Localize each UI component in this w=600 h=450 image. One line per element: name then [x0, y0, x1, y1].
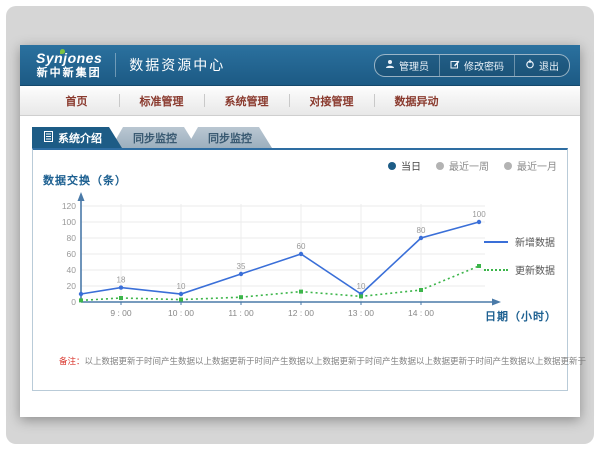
- tab-label: 系统介绍: [58, 130, 102, 146]
- x-axis-title: 日期（小时）: [485, 308, 557, 324]
- nav-item-data-change[interactable]: 数据异动: [374, 86, 459, 115]
- edit-icon: [450, 59, 460, 72]
- admin-user-label: 管理员: [399, 58, 429, 73]
- svg-text:100: 100: [62, 217, 76, 227]
- svg-text:18: 18: [117, 276, 126, 285]
- nav-item-system-mgmt[interactable]: 系统管理: [204, 86, 289, 115]
- filter-label: 最近一月: [517, 158, 557, 173]
- power-icon: [525, 59, 535, 72]
- tab-label: 同步监控: [133, 130, 177, 146]
- svg-text:10: 10: [177, 282, 186, 291]
- header-divider: [115, 53, 116, 77]
- svg-text:80: 80: [67, 233, 77, 243]
- filter-option-last-week[interactable]: 最近一周: [436, 158, 489, 173]
- radio-dot-icon: [504, 162, 512, 170]
- footnote-text: 以上数据更新于时间产生数据以上数据更新于时间产生数据以上数据更新于时间产生数据以…: [85, 356, 587, 366]
- footnote: 备注：以上数据更新于时间产生数据以上数据更新于时间产生数据以上数据更新于时间产生…: [59, 355, 586, 367]
- document-icon: [44, 131, 53, 145]
- user-actions-group: 管理员 修改密码 退出: [374, 54, 570, 77]
- svg-text:10: 10: [357, 282, 366, 291]
- filter-label: 当日: [401, 158, 421, 173]
- y-axis-title: 数据交换（条）: [43, 172, 127, 188]
- brand-logo-subtext: 新中新集团: [36, 67, 102, 79]
- page-title: 数据资源中心: [129, 55, 225, 75]
- main-nav: 首页 标准管理 系统管理 对接管理 数据异动: [20, 86, 580, 116]
- nav-item-home[interactable]: 首页: [34, 86, 119, 115]
- svg-text:60: 60: [297, 242, 306, 251]
- legend-item-updated-data: 更新数据: [484, 262, 555, 277]
- change-password-label: 修改密码: [464, 58, 504, 73]
- tab-label: 同步监控: [208, 130, 252, 146]
- filter-label: 最近一周: [449, 158, 489, 173]
- legend-label: 更新数据: [515, 262, 555, 277]
- svg-text:20: 20: [67, 281, 77, 291]
- svg-text:13 : 00: 13 : 00: [348, 308, 374, 318]
- legend-label: 新增数据: [515, 234, 555, 249]
- svg-text:100: 100: [472, 210, 486, 219]
- radio-dot-icon: [436, 162, 444, 170]
- line-chart-svg: 0 20 40 60 80 100 120 9 : 00 10 : 00 11 : 00 12 : …: [47, 190, 513, 340]
- change-password-button[interactable]: 修改密码: [439, 55, 514, 76]
- dotted-line-icon: [484, 269, 508, 271]
- content-area: 系统介绍 同步监控 同步监控 当日 最近一周: [20, 127, 580, 391]
- nav-item-standard-mgmt[interactable]: 标准管理: [119, 86, 204, 115]
- svg-text:9 : 00: 9 : 00: [110, 308, 132, 318]
- svg-text:40: 40: [67, 265, 77, 275]
- tab-system-intro[interactable]: 系统介绍: [32, 127, 122, 148]
- brand-logo-text: Synjones: [36, 51, 102, 66]
- logout-button[interactable]: 退出: [514, 55, 569, 76]
- footnote-prefix: 备注：: [59, 356, 85, 366]
- svg-text:11 : 00: 11 : 00: [228, 308, 254, 318]
- svg-text:60: 60: [67, 249, 77, 259]
- svg-text:10 : 00: 10 : 00: [168, 308, 194, 318]
- user-icon: [385, 59, 395, 72]
- brand-logo: Synjones 新中新集团: [36, 51, 102, 78]
- legend-item-new-data: 新增数据: [484, 234, 555, 249]
- nav-item-integration-mgmt[interactable]: 对接管理: [289, 86, 374, 115]
- app-header: Synjones 新中新集团 数据资源中心 管理员 修改密码: [20, 45, 580, 86]
- filter-option-today[interactable]: 当日: [388, 158, 421, 173]
- tab-sync-monitor-1[interactable]: 同步监控: [111, 127, 197, 148]
- svg-text:120: 120: [62, 201, 76, 211]
- svg-text:35: 35: [237, 262, 246, 271]
- chart-panel: 当日 最近一周 最近一月 数据交换（条） 0 20 40 60 80 100 120 9 : …: [32, 148, 568, 391]
- svg-text:12 : 00: 12 : 00: [288, 308, 314, 318]
- app-window: Synjones 新中新集团 数据资源中心 管理员 修改密码: [20, 45, 580, 417]
- logout-label: 退出: [539, 58, 559, 73]
- tab-sync-monitor-2[interactable]: 同步监控: [186, 127, 272, 148]
- solid-line-icon: [484, 241, 508, 243]
- svg-text:80: 80: [417, 226, 426, 235]
- desktop-background: Synjones 新中新集团 数据资源中心 管理员 修改密码: [6, 6, 594, 444]
- time-range-filters: 当日 最近一周 最近一月: [388, 158, 557, 173]
- chart-legend: 新增数据 更新数据: [484, 234, 555, 277]
- admin-user-button[interactable]: 管理员: [375, 55, 439, 76]
- filter-option-last-month[interactable]: 最近一月: [504, 158, 557, 173]
- radio-dot-icon: [388, 162, 396, 170]
- tab-bar: 系统介绍 同步监控 同步监控: [32, 127, 580, 148]
- svg-text:0: 0: [71, 297, 76, 307]
- svg-text:14 : 00: 14 : 00: [408, 308, 434, 318]
